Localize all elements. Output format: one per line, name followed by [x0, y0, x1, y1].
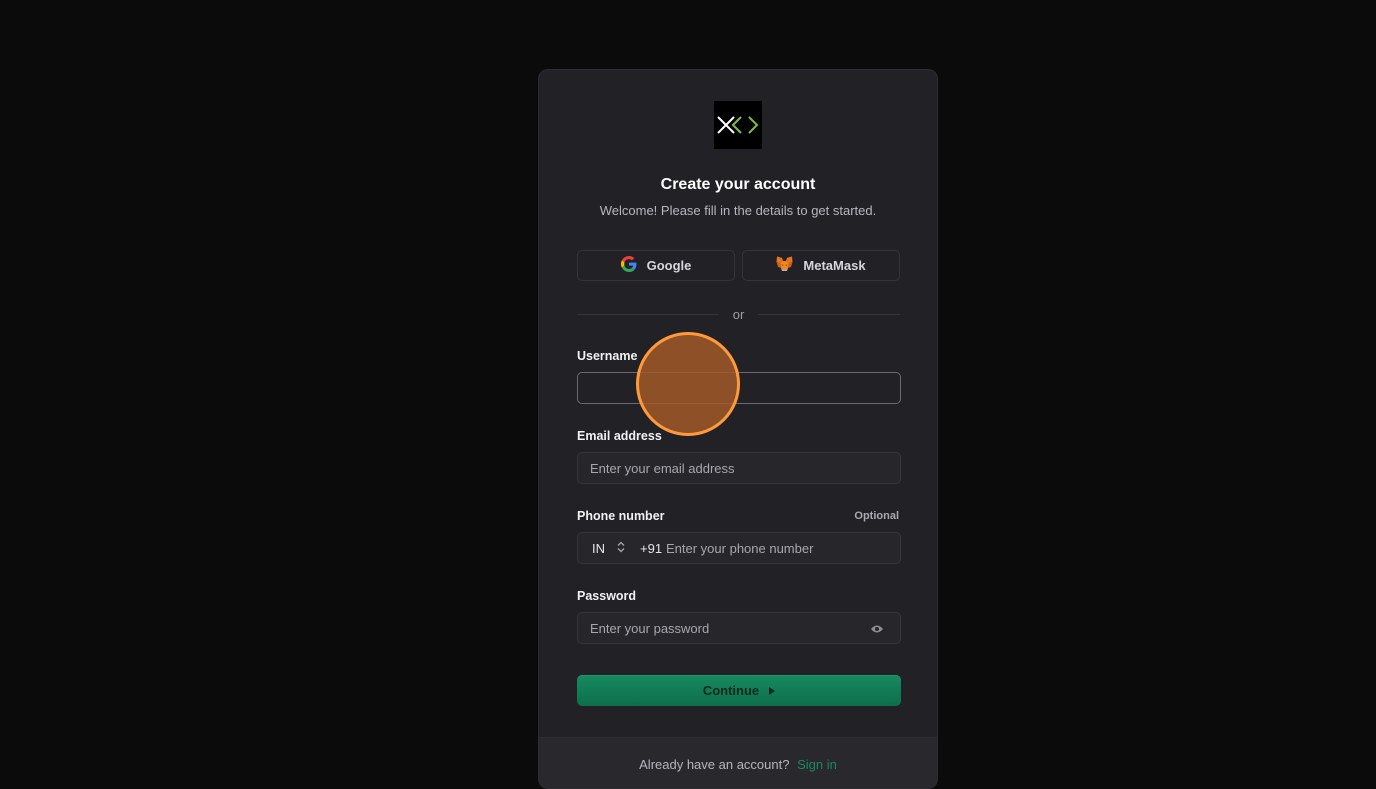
password-field[interactable] [577, 612, 901, 644]
email-input[interactable] [578, 453, 900, 483]
signin-link[interactable]: Sign in [797, 757, 837, 772]
google-signin-button[interactable]: Google [577, 250, 735, 281]
footer-text: Already have an account? Sign in [539, 757, 937, 772]
dial-code: +91 [640, 540, 663, 556]
phone-label: Phone number [577, 509, 665, 523]
metamask-signin-button[interactable]: MetaMask [742, 250, 900, 281]
signup-card: Create your account Welcome! Please fill… [538, 69, 938, 789]
phone-input[interactable] [660, 533, 890, 563]
page-title: Create your account [660, 176, 816, 193]
email-field[interactable] [577, 452, 901, 484]
phone-optional-badge: Optional [854, 510, 899, 522]
signin-prompt: Already have an account? [639, 757, 790, 772]
continue-button[interactable]: Continue [577, 675, 901, 706]
country-select[interactable]: IN [592, 533, 625, 563]
caret-right-icon [769, 683, 776, 698]
country-code: IN [592, 540, 605, 556]
divider-line-right [758, 314, 900, 315]
chevron-up-down-icon [617, 541, 625, 556]
username-field[interactable] [577, 372, 901, 404]
password-label: Password [577, 589, 637, 603]
username-label: Username [577, 349, 638, 363]
page-subtitle: Welcome! Please fill in the details to g… [599, 203, 877, 218]
card-footer: Already have an account? Sign in [539, 737, 937, 788]
continue-button-label: Continue [702, 683, 760, 698]
google-button-label: Google [646, 258, 692, 273]
phone-field[interactable]: IN +91 [577, 532, 901, 564]
google-icon [620, 256, 637, 275]
eye-icon[interactable] [870, 622, 884, 640]
username-input[interactable] [578, 373, 900, 403]
password-input[interactable] [578, 613, 900, 643]
divider-text: or [732, 307, 745, 322]
metamask-button-label: MetaMask [803, 258, 866, 273]
metamask-fox-icon [776, 256, 793, 275]
divider-line-left [577, 314, 719, 315]
brand-logo [714, 101, 762, 149]
email-label: Email address [577, 429, 662, 443]
or-divider: or [577, 307, 900, 322]
